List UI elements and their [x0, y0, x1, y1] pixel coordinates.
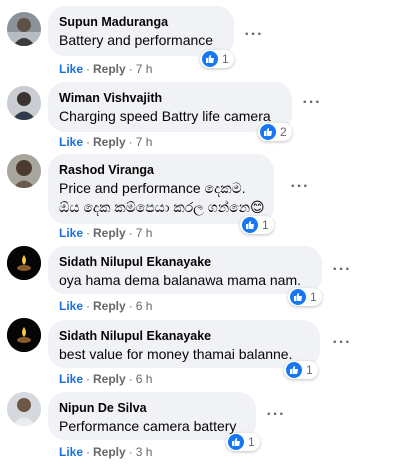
- more-dots-icon[interactable]: ···: [264, 407, 288, 428]
- more-dots-icon[interactable]: ···: [330, 262, 354, 283]
- comment-bubble: Nipun De Silva Performance camera batter…: [48, 392, 256, 440]
- avatar[interactable]: [7, 246, 41, 280]
- comment-bubble: Rashod Viranga Price and performance දෙක…: [48, 154, 274, 224]
- reaction-count: 1: [310, 290, 317, 304]
- reaction-badge[interactable]: 1: [240, 216, 274, 234]
- comment-text: Performance camera battery: [59, 418, 237, 434]
- reaction-badge[interactable]: 1: [284, 361, 318, 379]
- comment-actions: Like · Reply · 6 h: [59, 299, 153, 313]
- reaction-badge[interactable]: 1: [226, 433, 260, 451]
- author-name[interactable]: Rashod Viranga: [59, 162, 263, 178]
- more-dots-icon[interactable]: ···: [300, 95, 324, 116]
- reaction-count: 1: [262, 218, 269, 232]
- like-link[interactable]: Like: [59, 299, 83, 313]
- like-link[interactable]: Like: [59, 135, 83, 149]
- reaction-count: 1: [248, 435, 255, 449]
- reply-link[interactable]: Reply: [93, 135, 126, 149]
- reply-link[interactable]: Reply: [93, 372, 126, 386]
- timestamp[interactable]: 7 h: [136, 226, 153, 240]
- avatar[interactable]: [7, 318, 41, 352]
- avatar[interactable]: [7, 392, 41, 426]
- thumbs-up-icon: [286, 362, 302, 378]
- comment-bubble: Wiman Vishvajith Charging speed Battry l…: [48, 82, 292, 132]
- more-dots-icon[interactable]: ···: [288, 179, 312, 200]
- comment-bubble: Sidath Nilupul Ekanayake oya hama dema b…: [48, 246, 322, 294]
- comment-actions: Like · Reply · 6 h: [59, 372, 153, 386]
- thumbs-up-icon: [202, 51, 218, 67]
- author-name[interactable]: Supun Maduranga: [59, 14, 223, 30]
- comment-actions: Like · Reply · 7 h: [59, 135, 153, 149]
- more-dots-icon[interactable]: ···: [242, 27, 266, 48]
- reply-link[interactable]: Reply: [93, 226, 126, 240]
- timestamp[interactable]: 7 h: [136, 135, 153, 149]
- comment-text: Charging speed Battry life camera: [59, 108, 271, 124]
- thumbs-up-icon: [242, 217, 258, 233]
- thumbs-up-icon: [228, 434, 244, 450]
- thumbs-up-icon: [260, 124, 276, 140]
- reaction-count: 2: [280, 125, 287, 139]
- comment-text: best value for money thamai balanne.: [59, 346, 293, 362]
- reply-link[interactable]: Reply: [93, 62, 126, 76]
- author-name[interactable]: Nipun De Silva: [59, 400, 245, 416]
- avatar[interactable]: [7, 86, 41, 120]
- comment-actions: Like · Reply · 3 h: [59, 445, 153, 459]
- timestamp[interactable]: 7 h: [136, 62, 153, 76]
- like-link[interactable]: Like: [59, 226, 83, 240]
- like-link[interactable]: Like: [59, 445, 83, 459]
- reply-link[interactable]: Reply: [93, 445, 126, 459]
- timestamp[interactable]: 6 h: [136, 372, 153, 386]
- timestamp[interactable]: 6 h: [136, 299, 153, 313]
- reaction-badge[interactable]: 1: [200, 50, 234, 68]
- more-dots-icon[interactable]: ···: [330, 335, 354, 356]
- comment-text: Battery and performance: [59, 32, 214, 48]
- author-name[interactable]: Sidath Nilupul Ekanayake: [59, 254, 311, 270]
- avatar[interactable]: [7, 12, 41, 46]
- thumbs-up-icon: [290, 289, 306, 305]
- author-name[interactable]: Wiman Vishvajith: [59, 90, 281, 106]
- reaction-badge[interactable]: 1: [288, 288, 322, 306]
- reply-link[interactable]: Reply: [93, 299, 126, 313]
- like-link[interactable]: Like: [59, 62, 83, 76]
- reaction-count: 1: [306, 363, 313, 377]
- author-name[interactable]: Sidath Nilupul Ekanayake: [59, 328, 309, 344]
- timestamp[interactable]: 3 h: [136, 445, 153, 459]
- comment-text: oya hama dema balanawa mama nam.: [59, 272, 302, 288]
- comment-bubble: Supun Maduranga Battery and performance: [48, 6, 234, 56]
- reaction-count: 1: [222, 52, 229, 66]
- comment-bubble: Sidath Nilupul Ekanayake best value for …: [48, 320, 320, 368]
- avatar[interactable]: [7, 154, 41, 188]
- comment-text: Price and performance දෙකම.: [59, 180, 246, 196]
- like-link[interactable]: Like: [59, 372, 83, 386]
- comment-actions: Like · Reply · 7 h: [59, 62, 153, 76]
- reaction-badge[interactable]: 2: [258, 123, 292, 141]
- comment-text-line-2: ඕය දෙක කම්පෙයා කරල ගන්නෙ😊: [59, 199, 265, 215]
- comment-actions: Like · Reply · 7 h: [59, 226, 153, 240]
